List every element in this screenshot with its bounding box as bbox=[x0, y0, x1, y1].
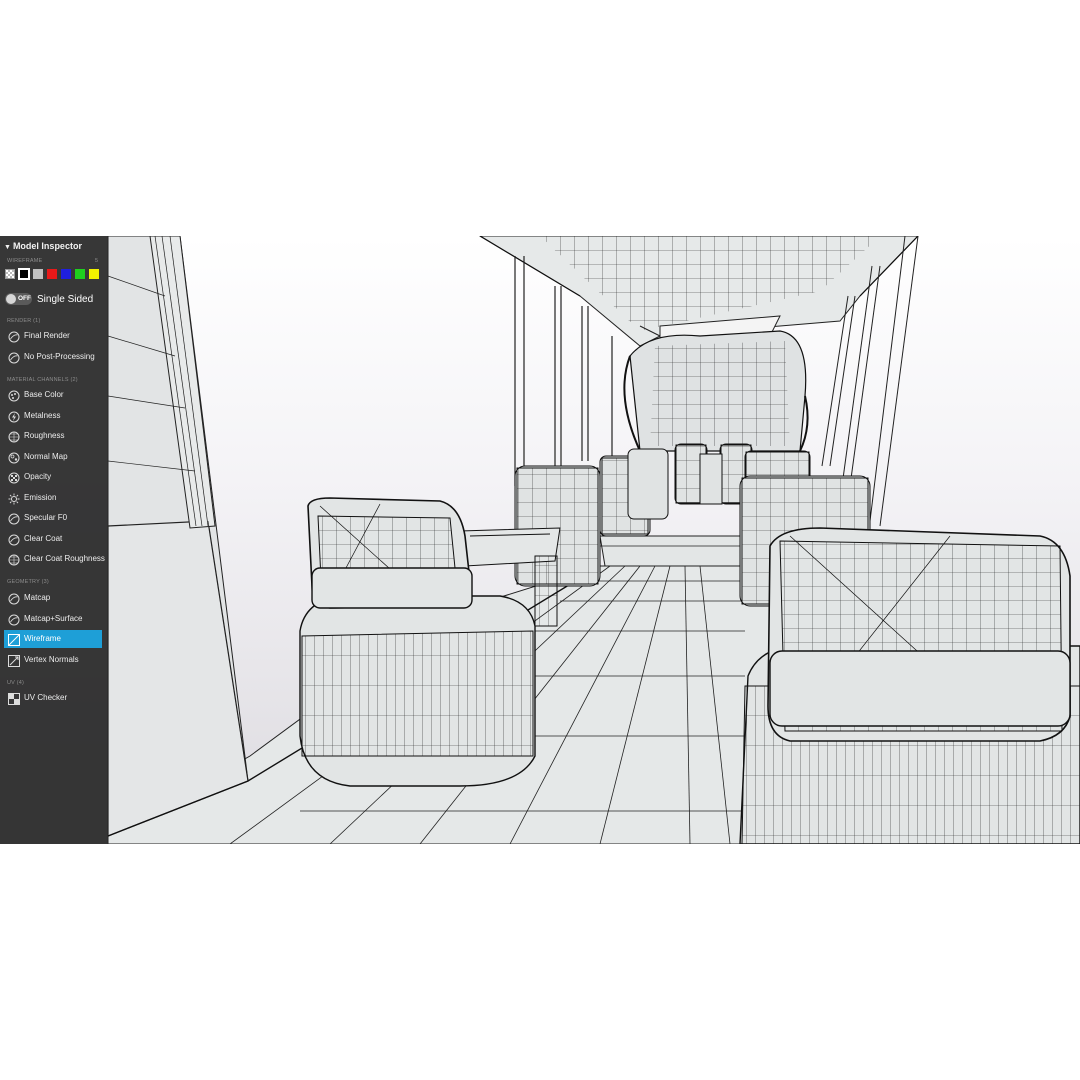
dotted-sphere-icon bbox=[8, 553, 20, 566]
panel-title[interactable]: ▼ Model Inspector bbox=[4, 241, 82, 251]
sphere-icon bbox=[8, 351, 20, 363]
menu-item-roughness[interactable]: Roughness bbox=[4, 427, 102, 445]
toggle-state: OFF bbox=[18, 295, 31, 302]
menu-item-label: UV Checker bbox=[24, 693, 68, 702]
menu-item-label: Roughness bbox=[24, 431, 65, 440]
palette-icon bbox=[8, 389, 20, 402]
menu-item-label: Opacity bbox=[24, 472, 52, 481]
menu-item-label: Base Color bbox=[24, 390, 64, 399]
menu-item-label: Metalness bbox=[24, 410, 61, 420]
right-armchair-mesh bbox=[739, 527, 1080, 844]
menu-item-uv-checker[interactable]: UV Checker bbox=[4, 689, 102, 707]
checker-sphere-icon bbox=[8, 471, 20, 484]
menu-item-label: Emission bbox=[24, 492, 57, 502]
menu-item-matcap[interactable]: Matcap bbox=[4, 589, 102, 607]
sun-icon bbox=[8, 492, 20, 504]
menu-item-specular-f0[interactable]: Specular F0 bbox=[4, 509, 102, 527]
swatch-blue[interactable] bbox=[61, 269, 71, 279]
menu-item-base-color[interactable]: Base Color bbox=[4, 386, 102, 404]
swatch-green[interactable] bbox=[75, 269, 85, 279]
menu-item-clear-coat-roughness[interactable]: Clear Coat Roughness bbox=[4, 550, 105, 568]
sphere-icon bbox=[8, 592, 20, 605]
normal-sphere-icon bbox=[8, 451, 20, 463]
swatch-yellow[interactable] bbox=[89, 269, 99, 279]
swatch-black[interactable] bbox=[18, 268, 30, 280]
far-bulkhead-mesh bbox=[623, 330, 809, 452]
menu-item-metalness[interactable]: Metalness bbox=[4, 407, 102, 425]
uv-checker-icon bbox=[8, 692, 20, 705]
menu-item-label: Vertex Normals bbox=[24, 654, 79, 664]
single-sided-toggle[interactable]: OFF bbox=[5, 293, 32, 305]
menu-item-no-post-processing[interactable]: No Post-Processing bbox=[4, 348, 102, 366]
lightning-sphere-icon bbox=[8, 410, 20, 422]
3d-viewport[interactable]: ▼ Model Inspector WIREFRAME 5 OFF Single … bbox=[0, 236, 1080, 844]
swatch-red[interactable] bbox=[47, 269, 57, 279]
section-geometry: GEOMETRY (3) bbox=[7, 579, 49, 585]
menu-item-emission[interactable]: Emission bbox=[4, 489, 102, 507]
toggle-knob bbox=[6, 294, 16, 304]
dotted-sphere-icon bbox=[8, 430, 20, 443]
wireframe-icon bbox=[8, 633, 20, 646]
vertex-normals-icon bbox=[8, 654, 20, 667]
sphere-icon bbox=[8, 330, 20, 343]
menu-item-label: Final Render bbox=[24, 331, 70, 340]
section-render: RENDER (1) bbox=[7, 318, 41, 324]
sphere-icon bbox=[8, 512, 20, 525]
wireframe-model-view[interactable] bbox=[0, 236, 1080, 844]
menu-item-label: Specular F0 bbox=[24, 513, 68, 522]
swatch-gray[interactable] bbox=[33, 269, 43, 279]
section-uv: UV (4) bbox=[7, 680, 25, 686]
menu-item-label: Normal Map bbox=[24, 451, 68, 461]
menu-item-vertex-normals[interactable]: Vertex Normals bbox=[4, 651, 102, 669]
model-inspector-panel: ▼ Model Inspector WIREFRAME 5 OFF Single … bbox=[0, 236, 108, 844]
wireframe-count: 5 bbox=[94, 258, 98, 264]
swatch-checker[interactable] bbox=[5, 269, 15, 279]
sphere-icon bbox=[8, 533, 20, 545]
collapse-triangle-icon[interactable]: ▼ bbox=[4, 244, 11, 251]
menu-item-final-render[interactable]: Final Render bbox=[4, 327, 102, 345]
menu-item-matcap-surface[interactable]: Matcap+Surface bbox=[4, 610, 102, 628]
menu-item-wireframe[interactable]: Wireframe bbox=[4, 630, 102, 648]
menu-item-normal-map[interactable]: Normal Map bbox=[4, 448, 102, 466]
menu-item-label: Clear Coat Roughness bbox=[24, 554, 105, 563]
menu-item-label: Clear Coat bbox=[24, 533, 63, 543]
menu-item-clear-coat[interactable]: Clear Coat bbox=[4, 530, 102, 548]
section-material-channels: MATERIAL CHANNELS (2) bbox=[7, 377, 78, 383]
menu-item-opacity[interactable]: Opacity bbox=[4, 468, 102, 486]
menu-item-label: No Post-Processing bbox=[24, 351, 95, 361]
section-wireframe: WIREFRAME bbox=[7, 258, 43, 264]
sphere-icon bbox=[8, 613, 20, 625]
menu-item-label: Matcap bbox=[24, 593, 51, 602]
menu-item-label: Matcap+Surface bbox=[24, 613, 83, 623]
menu-item-label: Wireframe bbox=[24, 634, 61, 643]
single-sided-label: Single Sided bbox=[37, 294, 94, 305]
ceiling-mesh bbox=[479, 236, 919, 347]
